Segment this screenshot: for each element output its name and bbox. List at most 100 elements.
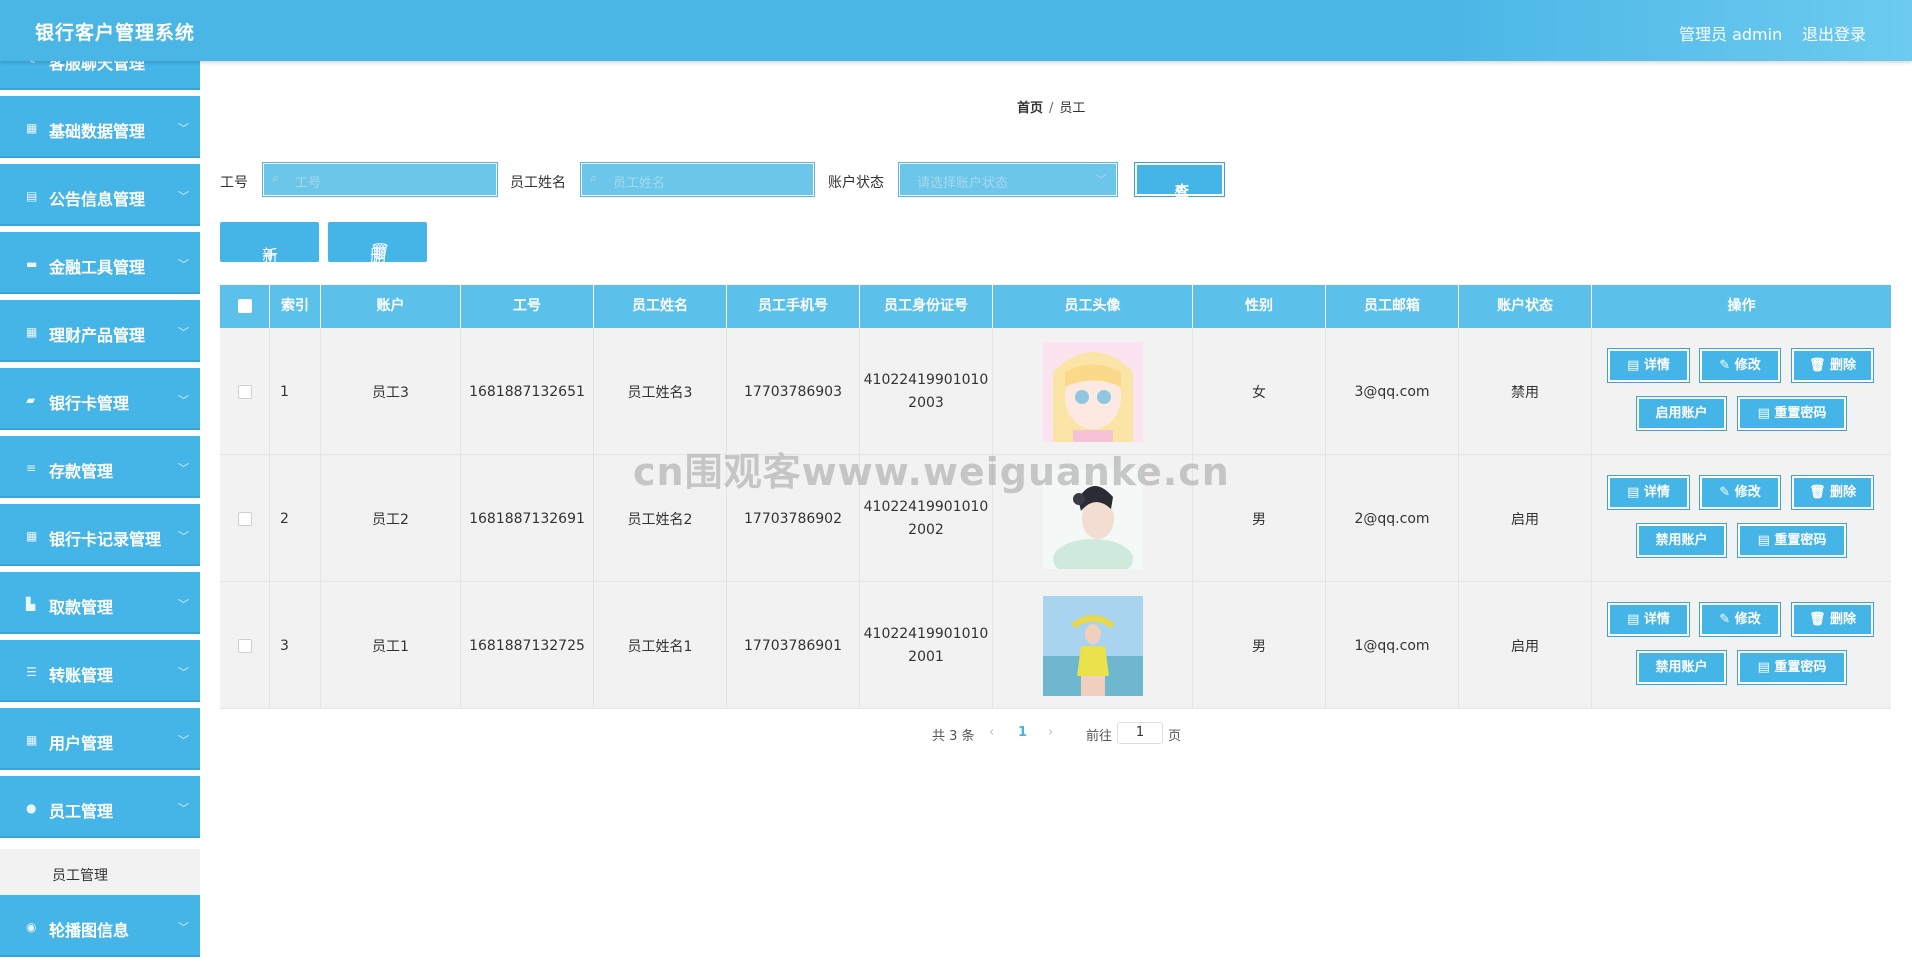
detail-button[interactable]: ▤ 详情	[1607, 348, 1690, 383]
cell-email: 1@qq.com	[1326, 582, 1459, 709]
pencil-icon: ✎	[1719, 612, 1731, 627]
name-input[interactable]: ⌕ 员工姓名	[580, 162, 815, 197]
col-email: 员工邮箱	[1326, 285, 1459, 328]
ticket-icon: ▰	[26, 393, 36, 407]
sidebar-item-transfer[interactable]: ☰ 转账管理 ﹀	[0, 640, 200, 705]
goto-page-input[interactable]: 1	[1117, 722, 1163, 744]
avatar[interactable]	[1042, 341, 1143, 442]
cell-account: 员工3	[321, 328, 461, 455]
select-all-checkbox[interactable]	[237, 299, 252, 313]
sidebar-item-card-records[interactable]: ▦ 银行卡记录管理 ﹀	[0, 504, 200, 569]
cell-actions: ▤ 详情 ✎ 修改 🗑 删除 启用账户 ▤ 重置密码	[1592, 328, 1891, 455]
toggle-account-button[interactable]: 禁用账户	[1636, 650, 1727, 685]
col-id-card: 员工身份证号	[860, 285, 993, 328]
doc-icon: ▤	[1627, 485, 1640, 500]
table-row: 1 员工3 1681887132651 员工姓名3 17703786903 41…	[220, 328, 1891, 455]
edit-button[interactable]: ✎ 修改	[1699, 602, 1781, 637]
delete-button[interactable]: 🗑 删除	[1791, 475, 1874, 510]
search-icon: ⌕	[272, 171, 280, 186]
reset-label: 重置密码	[1774, 533, 1827, 548]
status-placeholder: 请选择账户状态	[917, 176, 1009, 191]
list-icon: ≡	[26, 461, 37, 475]
chevron-down-icon: ﹀	[178, 530, 189, 543]
prev-page-icon[interactable]: ‹	[989, 725, 994, 740]
edit-button[interactable]: ✎ 修改	[1699, 475, 1781, 510]
delete-label: 删除	[1830, 358, 1857, 373]
reset-password-button[interactable]: ▤ 重置密码	[1737, 650, 1847, 685]
cell-account: 员工1	[321, 582, 461, 709]
row-checkbox[interactable]	[237, 511, 252, 526]
sidebar-item-label: 员工管理	[49, 802, 114, 821]
cell-index: 1	[270, 328, 321, 455]
logout-link[interactable]: 退出登录	[1802, 21, 1866, 45]
chevron-down-icon: ﹀	[178, 190, 189, 203]
cell-phone: 17703786901	[727, 582, 860, 709]
batch-delete-button[interactable]: 🗑 删除	[328, 222, 427, 289]
grid-icon: ▦	[26, 733, 38, 747]
cell-email: 2@qq.com	[1326, 455, 1459, 582]
col-name: 员工姓名	[594, 285, 727, 328]
sidebar-item-deposit[interactable]: ≡ 存款管理 ﹀	[0, 436, 200, 501]
detail-button[interactable]: ▤ 详情	[1607, 475, 1690, 510]
trash-icon: 🗑	[1808, 358, 1826, 373]
detail-button[interactable]: ▤ 详情	[1607, 602, 1690, 637]
delete-button[interactable]: 🗑 删除	[1791, 348, 1874, 383]
toggle-account-button[interactable]: 禁用账户	[1636, 523, 1727, 558]
id-card-line: 2001	[908, 648, 944, 665]
cell-gender: 男	[1193, 582, 1326, 709]
cell-id-card: 41022419901010 2001	[860, 582, 993, 709]
delete-button[interactable]: 🗑 删除	[1791, 602, 1874, 637]
cell-gender: 男	[1193, 455, 1326, 582]
grid-icon: ▦	[26, 121, 38, 135]
col-phone: 员工手机号	[727, 285, 860, 328]
edit-button[interactable]: ✎ 修改	[1699, 348, 1781, 383]
select-all[interactable]	[220, 285, 270, 328]
toggle-account-button[interactable]: 启用账户	[1636, 396, 1727, 431]
pencil-icon: ✎	[1719, 358, 1731, 373]
chevron-down-icon: ﹀	[178, 258, 189, 271]
sidebar-item-label: 转账管理	[49, 666, 114, 685]
sliders-icon: ☰	[26, 665, 37, 679]
query-button[interactable]: 查询 ⌕	[1134, 162, 1225, 220]
next-page-icon[interactable]: ›	[1048, 725, 1053, 740]
add-button[interactable]: ＋ 新增	[220, 222, 319, 289]
col-status: 账户状态	[1459, 285, 1592, 328]
sidebar-item-employees[interactable]: ● 员工管理 ﹀	[0, 776, 200, 841]
sidebar-item-carousel[interactable]: ◉ 轮播图信息 ﹀	[0, 895, 200, 960]
sidebar-item-chat[interactable]: ✎ 客服聊天管理	[0, 61, 200, 93]
page-number[interactable]: 1	[1018, 725, 1027, 740]
edit-label: 修改	[1734, 358, 1761, 373]
sidebar-item-withdraw[interactable]: ▙ 取款管理 ﹀	[0, 572, 200, 637]
status-select[interactable]: 请选择账户状态 ﹀	[898, 162, 1118, 197]
search-icon: ⌕	[590, 171, 598, 186]
reset-password-button[interactable]: ▤ 重置密码	[1737, 523, 1847, 558]
delete-label: 删除	[1830, 485, 1857, 500]
row-checkbox[interactable]	[237, 638, 252, 653]
user-icon: ●	[26, 801, 37, 815]
sidebar-subitem-employees[interactable]: 员工管理	[0, 849, 200, 899]
doc-icon: ▤	[1757, 406, 1770, 421]
cell-id-card: 41022419901010 2003	[860, 328, 993, 455]
sidebar-item-bank-card[interactable]: ▰ 银行卡管理 ﹀	[0, 368, 200, 433]
row-checkbox[interactable]	[237, 384, 252, 399]
sidebar-item-label: 银行卡管理	[49, 394, 130, 413]
cell-avatar	[993, 455, 1193, 582]
cell-id-card: 41022419901010 2002	[860, 455, 993, 582]
breadcrumb-home[interactable]: 首页	[1017, 101, 1043, 116]
avatar[interactable]	[1042, 468, 1143, 569]
cell-job-no: 1681887132651	[461, 328, 594, 455]
sidebar-item-users[interactable]: ▦ 用户管理 ﹀	[0, 708, 200, 773]
name-label: 员工姓名	[510, 175, 566, 191]
cell-name: 员工姓名3	[594, 328, 727, 455]
cell-account: 员工2	[321, 455, 461, 582]
sidebar-item-basic-data[interactable]: ▦ 基础数据管理 ﹀	[0, 96, 200, 161]
grid-icon: ▦	[26, 529, 38, 543]
doc-icon: ▤	[1627, 612, 1640, 627]
job-no-input[interactable]: ⌕ 工号	[262, 162, 498, 197]
sidebar-item-notice[interactable]: ▤ 公告信息管理 ﹀	[0, 164, 200, 229]
avatar[interactable]	[1042, 595, 1143, 696]
reset-password-button[interactable]: ▤ 重置密码	[1737, 396, 1847, 431]
sidebar-item-wealth-products[interactable]: ▦ 理财产品管理 ﹀	[0, 300, 200, 365]
sidebar-item-finance-tools[interactable]: ▬ 金融工具管理 ﹀	[0, 232, 200, 297]
col-account: 账户	[321, 285, 461, 328]
